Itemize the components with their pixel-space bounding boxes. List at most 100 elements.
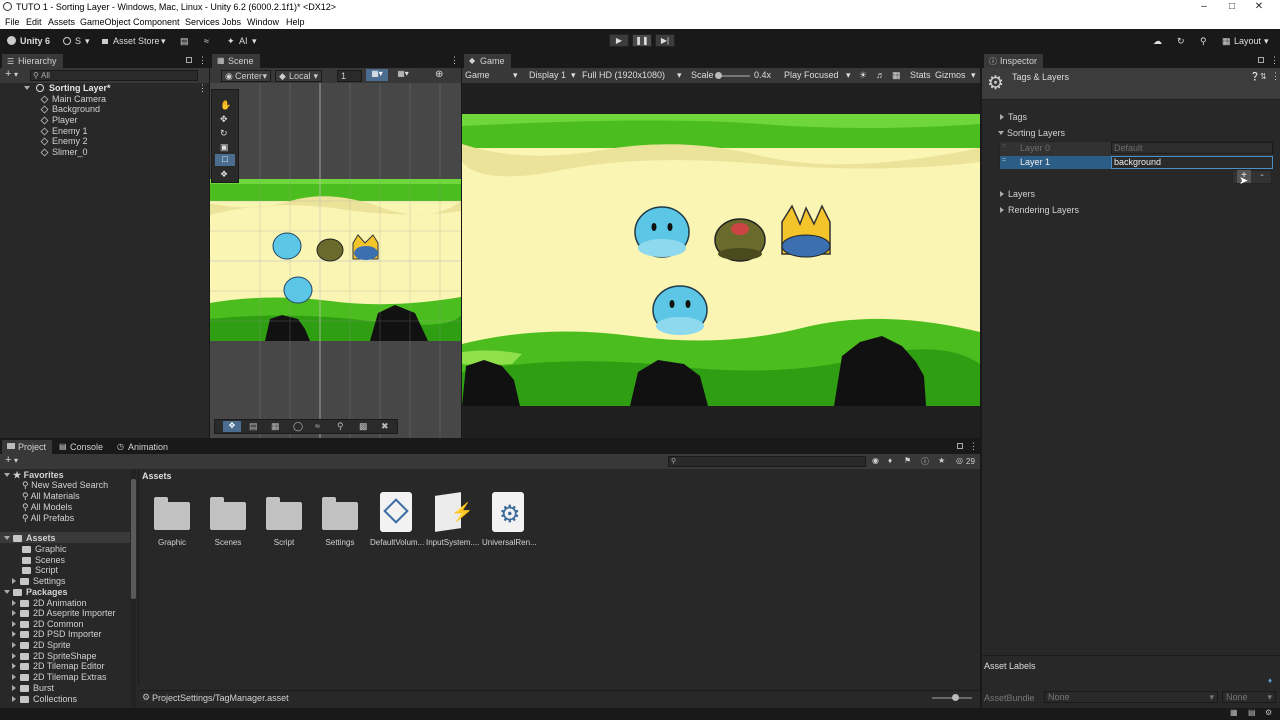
kebab-menu-icon[interactable]: ⋮ xyxy=(1271,71,1280,82)
asset-folder-item[interactable]: Script xyxy=(22,565,58,575)
asset-item-graphic[interactable]: Graphic xyxy=(146,492,198,547)
chevron-down-icon[interactable]: ▾ xyxy=(846,70,851,81)
hand-tool-icon[interactable]: ✋ xyxy=(220,100,231,111)
tab-inspector[interactable]: ⓘ Inspector xyxy=(984,54,1044,68)
hierarchy-item-background[interactable]: Background xyxy=(40,104,100,114)
audio-icon[interactable]: ♬ xyxy=(876,70,885,80)
overlay-tool-icon[interactable]: ✖ xyxy=(381,421,389,432)
sorting-layer-name-field[interactable]: background xyxy=(1111,156,1273,169)
scrollbar-thumb[interactable] xyxy=(131,479,136,599)
rendering-layers-section[interactable]: Rendering Layers xyxy=(1000,205,1079,215)
rotate-tool-icon[interactable]: ↻ xyxy=(220,128,228,139)
search-icon[interactable]: ⚲ xyxy=(1200,36,1207,47)
favorite-item[interactable]: ⚲ All Prefabs xyxy=(22,513,74,524)
package-item[interactable]: 2D Common xyxy=(12,619,84,629)
asset-bundle-variant-dropdown[interactable]: None ▾ xyxy=(1222,691,1276,703)
menu-component[interactable]: Component xyxy=(133,17,180,27)
pivot-dropdown[interactable]: ◉ Center ▾ xyxy=(221,70,271,82)
lock-icon[interactable] xyxy=(1258,57,1264,63)
package-icon[interactable]: ▤ xyxy=(180,36,189,47)
tree-scrollbar[interactable] xyxy=(131,469,136,708)
scale-slider[interactable] xyxy=(715,72,750,79)
asset-bundle-dropdown[interactable]: None ▾ xyxy=(1044,691,1218,703)
package-item[interactable]: Collections xyxy=(12,694,77,704)
expand-arrow-icon[interactable] xyxy=(12,653,16,659)
account-button[interactable]: S xyxy=(75,36,81,46)
tag-icon[interactable]: ♦ xyxy=(1268,676,1272,685)
pause-button[interactable]: ❚❚ xyxy=(632,34,652,47)
stats-button[interactable]: Stats xyxy=(910,70,931,80)
package-item[interactable]: 2D Animation xyxy=(12,598,87,608)
sorting-layer-row-selected[interactable]: = Layer 1 background xyxy=(1000,156,1273,169)
kebab-menu-icon[interactable]: ⋮ xyxy=(450,55,459,66)
expand-arrow-icon[interactable] xyxy=(12,600,16,606)
kebab-menu-icon[interactable]: ⋮ xyxy=(969,441,978,452)
ai-button[interactable]: AI xyxy=(239,36,248,46)
tab-game[interactable]: ◆ Game xyxy=(464,54,511,68)
expand-arrow-icon[interactable] xyxy=(12,578,16,584)
game-view-dropdown[interactable]: Game xyxy=(465,70,490,80)
overlay-tool-icon[interactable]: ✥ xyxy=(223,421,241,432)
tab-animation[interactable]: ◷ Animation xyxy=(112,440,174,454)
hierarchy-item-enemy-1[interactable]: Enemy 1 xyxy=(40,126,88,136)
asset-store-button[interactable]: Asset Store xyxy=(113,36,160,46)
layers-section[interactable]: Layers xyxy=(1000,189,1035,199)
packages-header[interactable]: Packages xyxy=(4,587,68,597)
asset-item-input-system[interactable]: ⚡ InputSystem.... xyxy=(426,492,479,547)
menu-edit[interactable]: Edit xyxy=(26,17,42,27)
move-tool-icon[interactable]: ✥ xyxy=(220,114,228,125)
space-dropdown[interactable]: ◆ Local ▾ xyxy=(275,70,322,82)
asset-item-script[interactable]: Script xyxy=(258,492,310,547)
kebab-menu-icon[interactable]: ⋮ xyxy=(1270,55,1279,66)
favorite-item[interactable]: ⚲ All Materials xyxy=(22,491,80,502)
expand-arrow-icon[interactable] xyxy=(12,696,16,702)
kebab-menu-icon[interactable]: ⋮ xyxy=(198,83,207,94)
overlay-tool-icon[interactable]: ▩ xyxy=(359,421,368,432)
asset-item-settings[interactable]: Settings xyxy=(314,492,366,547)
cloud-icon[interactable]: ☁ xyxy=(1153,36,1162,47)
game-viewport[interactable] xyxy=(462,114,980,406)
unity-button[interactable]: Unity 6 xyxy=(20,36,50,46)
assets-tree-header[interactable]: Assets xyxy=(0,532,130,543)
package-item[interactable]: 2D Tilemap Extras xyxy=(12,672,107,682)
gizmos-button[interactable]: Gizmos xyxy=(935,70,966,80)
play-mode-dropdown[interactable]: Play Focused xyxy=(784,70,839,80)
menu-window[interactable]: Window xyxy=(247,17,279,27)
expand-arrow-icon[interactable] xyxy=(12,674,16,680)
chevron-down-icon[interactable]: ▾ xyxy=(14,456,18,465)
favorite-item[interactable]: ⚲ New Saved Search xyxy=(22,480,108,491)
overlay-tool-icon[interactable]: ◯ xyxy=(293,421,303,432)
tag-icon[interactable]: ⚑ xyxy=(904,456,911,465)
menu-file[interactable]: File xyxy=(5,17,20,27)
package-item[interactable]: 2D Sprite xyxy=(12,640,71,650)
maximize-icon[interactable]: □ xyxy=(1226,1,1238,12)
package-item[interactable]: 2D Tilemap Editor xyxy=(12,661,105,671)
expand-arrow-icon[interactable] xyxy=(1000,114,1004,120)
hierarchy-item-player[interactable]: Player xyxy=(40,115,78,125)
layout-button[interactable]: Layout xyxy=(1234,36,1261,46)
tab-console[interactable]: ▤ Console xyxy=(54,440,109,454)
expand-arrow-icon[interactable] xyxy=(12,663,16,669)
project-search-input[interactable]: ⚲ xyxy=(668,456,866,467)
overlay-tool-icon[interactable]: ⚲ xyxy=(337,421,344,432)
snap-toggle-icon[interactable]: ▦▾ xyxy=(392,69,414,81)
search-by-type-icon[interactable]: ◉ xyxy=(872,456,879,465)
grid-size-input[interactable]: 1 xyxy=(337,70,362,82)
grid-toggle-icon[interactable]: ▦▾ xyxy=(366,69,388,81)
lock-icon[interactable] xyxy=(957,443,963,449)
collapse-arrow-icon[interactable] xyxy=(4,473,10,477)
asset-item-scenes[interactable]: Scenes xyxy=(202,492,254,547)
play-button[interactable]: ▶ xyxy=(609,34,629,47)
chevron-down-icon[interactable]: ▾ xyxy=(571,70,576,81)
drag-handle-icon[interactable]: = xyxy=(1002,157,1006,164)
menu-services[interactable]: Services xyxy=(185,17,220,27)
tab-scene[interactable]: ▦ Scene xyxy=(212,54,260,68)
gizmo-grid-icon[interactable]: ▦ xyxy=(892,70,901,81)
chevron-down-icon[interactable]: ▾ xyxy=(513,70,518,81)
chevron-down-icon[interactable]: ▾ xyxy=(677,70,682,81)
expand-arrow-icon[interactable] xyxy=(12,610,16,616)
display-dropdown[interactable]: Display 1 xyxy=(529,70,566,80)
expand-arrow-icon[interactable] xyxy=(12,621,16,627)
add-icon[interactable]: + xyxy=(5,68,11,80)
slider-handle[interactable] xyxy=(715,72,722,79)
